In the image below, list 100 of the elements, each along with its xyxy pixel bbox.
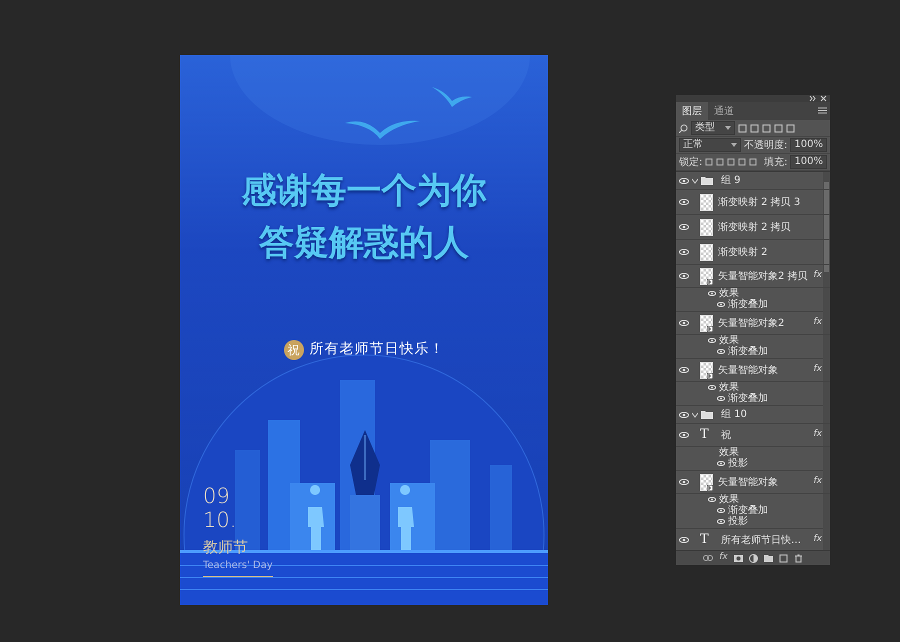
effects-label: 效果 <box>719 382 739 393</box>
blend-mode-dropdown[interactable]: 正常 <box>679 138 742 152</box>
eye-icon[interactable] <box>708 385 716 390</box>
panel-tab[interactable]: 通道 <box>708 102 740 120</box>
eye-icon[interactable] <box>717 302 725 307</box>
eye-icon[interactable] <box>679 199 689 205</box>
layer-row[interactable]: 矢量智能对象2 fx <box>676 312 830 335</box>
effects-row[interactable]: 效果 <box>676 447 830 458</box>
eye-icon[interactable] <box>708 338 716 343</box>
fx-label: fx <box>814 533 822 546</box>
new-layer-icon[interactable] <box>778 554 788 562</box>
effect-row[interactable]: 渐变叠加 <box>676 346 830 357</box>
smart-object-badge-icon <box>707 372 713 378</box>
effects-label: 效果 <box>719 494 739 505</box>
mask-icon[interactable] <box>734 554 743 562</box>
folder-icon[interactable] <box>764 554 773 562</box>
effect-row[interactable]: 渐变叠加 <box>676 299 830 310</box>
holiday-title: 教师节 <box>203 536 248 558</box>
eye-icon[interactable] <box>679 249 689 255</box>
effects-row[interactable]: 效果 <box>676 494 830 505</box>
fx-label: fx <box>814 475 822 488</box>
eye-icon[interactable] <box>679 479 689 485</box>
close-icon[interactable] <box>820 95 827 102</box>
eye-icon[interactable] <box>679 273 689 279</box>
fx-label: fx <box>814 316 822 330</box>
effects-label: 效果 <box>719 447 739 458</box>
collapse-icon <box>809 95 816 102</box>
layer-name: 渐变映射 2 拷贝 <box>718 220 791 234</box>
layer-name: 矢量智能对象 <box>718 476 778 490</box>
effect-row[interactable]: 投影 <box>676 458 830 469</box>
eye-icon[interactable] <box>717 461 725 466</box>
layer-thumbnail <box>700 194 713 210</box>
link-icon[interactable] <box>703 555 714 561</box>
smart-object-badge-icon <box>707 326 713 332</box>
eye-icon[interactable] <box>717 349 725 354</box>
layer-row[interactable]: 渐变映射 2 拷贝 3 <box>676 190 830 215</box>
layer-name: 矢量智能对象 <box>718 364 778 378</box>
panel-tab[interactable]: 图层 <box>676 102 708 120</box>
effect-name: 投影 <box>728 458 748 469</box>
scrollbar[interactable] <box>823 172 830 550</box>
adjustment-icon[interactable] <box>748 554 758 562</box>
headline-text: 感谢每一个为你 <box>242 169 486 213</box>
eye-icon[interactable] <box>679 537 689 543</box>
caret-icon <box>731 143 738 147</box>
trash-icon[interactable] <box>794 554 803 562</box>
layer-row[interactable]: 组 9 <box>676 172 830 190</box>
layer-row[interactable]: T 祝 fx <box>676 424 830 447</box>
eye-icon[interactable] <box>679 412 689 418</box>
eye-icon[interactable] <box>717 519 725 524</box>
effect-name: 渐变叠加 <box>728 299 768 310</box>
fill-label: 填充: <box>764 156 788 170</box>
effects-row[interactable]: 效果 <box>676 335 830 346</box>
eye-icon[interactable] <box>679 320 689 326</box>
eye-icon[interactable] <box>679 367 689 373</box>
seal-badge: 祝 <box>284 340 304 360</box>
holiday-english: Teachers' Day <box>203 558 273 577</box>
layer-row[interactable]: 矢量智能对象 fx <box>676 359 830 382</box>
layer-name: 祝 <box>721 428 731 442</box>
layer-name: 渐变映射 2 拷贝 3 <box>718 196 800 210</box>
chevron-icon[interactable] <box>692 412 698 418</box>
layer-row[interactable]: 组 10 <box>676 406 830 424</box>
text-layer-glyph: T <box>700 531 710 550</box>
search-icon <box>679 124 688 132</box>
eye-icon[interactable] <box>679 224 689 230</box>
effects-row[interactable]: 效果 <box>676 288 830 299</box>
eye-icon[interactable] <box>708 291 716 296</box>
layer-row[interactable]: 矢量智能对象 fx <box>676 471 830 494</box>
layer-name: 组 9 <box>721 174 741 188</box>
layer-thumbnail <box>700 244 713 260</box>
effect-row[interactable]: 投影 <box>676 516 830 527</box>
layer-row[interactable]: 渐变映射 2 <box>676 240 830 265</box>
effect-name: 渐变叠加 <box>728 393 768 404</box>
chevron-icon[interactable] <box>692 178 698 184</box>
effect-row[interactable]: 渐变叠加 <box>676 505 830 516</box>
date-month: 09 <box>203 484 230 508</box>
eye-icon[interactable] <box>717 396 725 401</box>
effect-name: 投影 <box>728 516 748 527</box>
smart-object-badge-icon <box>707 484 713 490</box>
opacity-field[interactable]: 100% <box>790 138 827 152</box>
greeting-text: 所有老师节日快乐！ <box>310 340 444 359</box>
eye-icon[interactable] <box>679 178 689 184</box>
layer-row[interactable]: 渐变映射 2 拷贝 <box>676 215 830 240</box>
layer-name: 渐变映射 2 <box>718 246 768 260</box>
text-layer-glyph: T <box>700 426 710 444</box>
folder-icon <box>701 410 713 419</box>
menu-icon[interactable] <box>818 107 827 114</box>
smart-object-badge-icon <box>707 278 713 284</box>
fx-button[interactable]: fx <box>719 551 728 565</box>
eye-icon[interactable] <box>708 497 716 502</box>
lock-label: 锁定: <box>679 156 702 170</box>
filter-dropdown[interactable]: 类型 <box>691 121 735 135</box>
effect-name: 渐变叠加 <box>728 346 768 357</box>
eye-icon[interactable] <box>679 432 689 438</box>
layer-row[interactable]: 矢量智能对象2 拷贝 fx <box>676 265 830 288</box>
effect-row[interactable]: 渐变叠加 <box>676 393 830 404</box>
fx-label: fx <box>814 428 822 442</box>
layer-thumbnail <box>700 218 713 236</box>
eye-icon[interactable] <box>717 508 725 513</box>
fill-field[interactable]: 100% <box>790 155 828 169</box>
effects-row[interactable]: 效果 <box>676 382 830 393</box>
